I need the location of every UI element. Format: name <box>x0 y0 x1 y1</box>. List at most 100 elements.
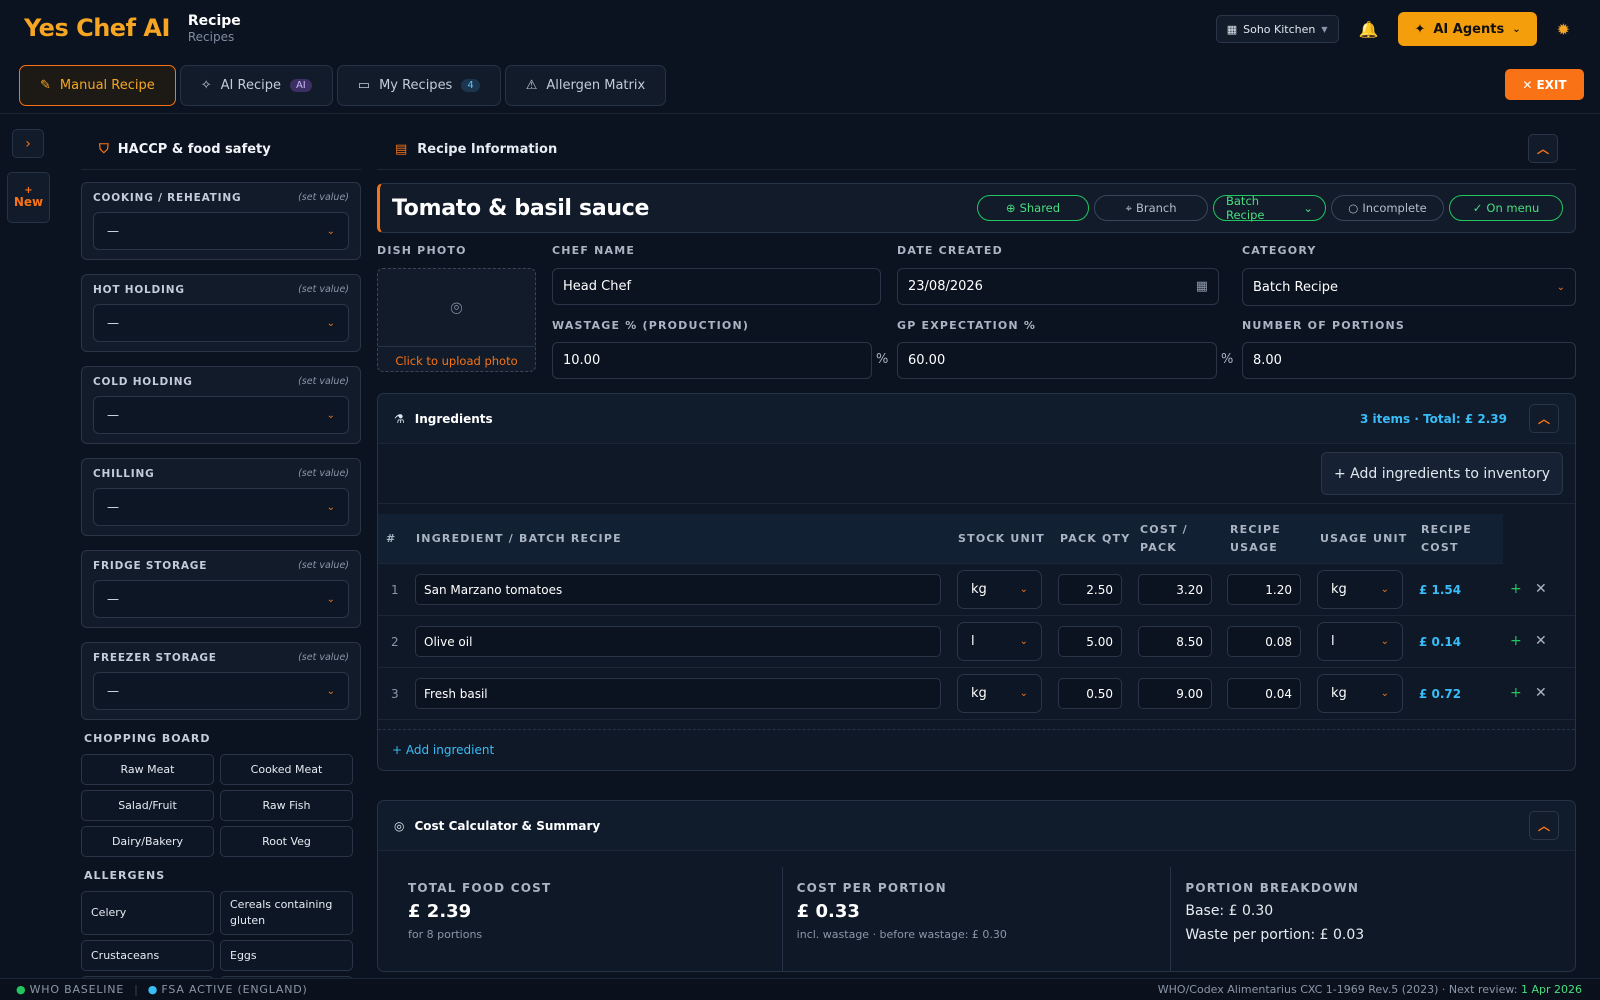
chopping-board-chip[interactable]: Cooked Meat <box>220 754 353 785</box>
pack-qty-input[interactable]: 0.50 <box>1058 678 1122 709</box>
usage-unit-select[interactable]: kg ⌄ <box>1317 674 1403 713</box>
date-input[interactable]: 23/08/2026 ▦ <box>897 268 1219 305</box>
close-icon[interactable]: ✕ <box>1535 581 1547 597</box>
add-ingredient-link[interactable]: + Add ingredient <box>378 730 1575 770</box>
ingredients-card: ⚗ Ingredients 3 items · Total: £ 2.39 ︿ … <box>377 393 1576 771</box>
chopping-board-chip[interactable]: Raw Meat <box>81 754 214 785</box>
recipe-info-title: Recipe Information <box>417 142 558 157</box>
incomplete-toggle[interactable]: ○ Incomplete <box>1331 195 1444 221</box>
recipe-usage: 0.08 <box>1265 634 1292 649</box>
allergen-chip[interactable]: Crustaceans <box>81 940 214 971</box>
allergen-chip[interactable]: Cereals containing gluten <box>220 891 353 935</box>
date-label: DATE CREATED <box>897 244 1003 257</box>
collapse-button[interactable]: ︿ <box>1529 811 1559 840</box>
chevron-down-icon: ⌄ <box>1380 636 1389 647</box>
haccp-title: HACCP & food safety <box>117 142 271 157</box>
exit-button[interactable]: ✕ EXIT <box>1505 69 1584 100</box>
plus-icon[interactable]: + <box>1510 633 1522 649</box>
pill-label: On menu <box>1486 201 1540 215</box>
stock-unit-select[interactable]: l ⌄ <box>957 622 1042 661</box>
on-menu-toggle[interactable]: ✓ On menu <box>1449 195 1563 221</box>
collapse-button[interactable]: ︿ <box>1529 404 1559 433</box>
pack-qty-input[interactable]: 2.50 <box>1058 574 1122 605</box>
col-recipe-usage-l2: USAGE <box>1230 541 1278 554</box>
haccp-item: COOKING / REHEATING (set value) — ⌄ <box>81 182 361 260</box>
bell-icon[interactable]: 🔔 <box>1359 20 1379 39</box>
theme-toggle-icon[interactable]: ✹ <box>1557 20 1570 39</box>
exit-label: EXIT <box>1536 77 1567 92</box>
recipe-info-header: ▤ Recipe Information ︿ <box>377 130 1576 170</box>
branch-toggle[interactable]: ⌖ Branch <box>1094 195 1208 221</box>
portions-input[interactable]: 8.00 <box>1242 342 1576 379</box>
pack-qty-input[interactable]: 5.00 <box>1058 626 1122 657</box>
usage-unit-select[interactable]: kg ⌄ <box>1317 570 1403 609</box>
ingredient-name-input[interactable]: Fresh basil <box>415 678 941 709</box>
category-value: Batch Recipe <box>1253 279 1338 295</box>
close-icon[interactable]: ✕ <box>1535 685 1547 701</box>
tab-my-recipes[interactable]: ▭ My Recipes 4 <box>336 65 501 106</box>
breadcrumb-parent[interactable]: Recipes <box>188 30 241 44</box>
cpp-value: £ 0.33 <box>796 901 860 922</box>
separator: | <box>134 983 138 996</box>
recipe-tabs: ✎ Manual Recipe ✧ AI Recipe AI ▭ My Reci… <box>19 65 667 106</box>
row-number: 1 <box>391 583 399 597</box>
chef-name-input[interactable]: Head Chef <box>552 268 881 305</box>
page-title: Recipe <box>187 12 241 29</box>
tab-allergen-matrix[interactable]: ⚠ Allergen Matrix <box>504 65 667 106</box>
divider <box>378 720 1575 730</box>
chopping-board-chip[interactable]: Root Veg <box>220 826 353 857</box>
stock-unit-select[interactable]: kg ⌄ <box>957 570 1042 609</box>
plus-icon[interactable]: + <box>1510 685 1522 701</box>
col-usage-unit: USAGE UNIT <box>1320 532 1408 545</box>
tab-ai-recipe[interactable]: ✧ AI Recipe AI <box>179 65 333 106</box>
sidebar-toggle-button[interactable]: › <box>12 129 44 158</box>
haccp-value-select[interactable]: — ⌄ <box>93 580 349 618</box>
brand-logo[interactable]: Yes Chef AI <box>24 14 170 42</box>
usage-unit-select[interactable]: l ⌄ <box>1317 622 1403 661</box>
chopping-board-chip[interactable]: Dairy/Bakery <box>81 826 214 857</box>
pill-label: Branch <box>1135 201 1177 215</box>
recipe-usage-input[interactable]: 0.08 <box>1227 626 1301 657</box>
chopping-board-chip[interactable]: Salad/Fruit <box>81 790 214 821</box>
wastage-input[interactable]: 10.00 <box>552 342 872 379</box>
chevron-down-icon: ⌄ <box>1380 584 1389 595</box>
ai-agents-button[interactable]: ✦ AI Agents ⌄ <box>1398 12 1537 46</box>
shared-toggle[interactable]: ⊕ Shared <box>977 195 1089 221</box>
photo-upload[interactable]: ⌾ Click to upload photo <box>377 268 536 372</box>
tab-manual-recipe[interactable]: ✎ Manual Recipe <box>19 65 176 106</box>
recipe-cost: £ 0.14 <box>1419 635 1462 649</box>
haccp-value-select[interactable]: — ⌄ <box>93 488 349 526</box>
new-recipe-button[interactable]: + New <box>7 172 50 223</box>
cost-pack-input[interactable]: 8.50 <box>1138 626 1212 657</box>
stock-unit-select[interactable]: kg ⌄ <box>957 674 1042 713</box>
haccp-value-select[interactable]: — ⌄ <box>93 672 349 710</box>
recipe-usage-input[interactable]: 1.20 <box>1227 574 1301 605</box>
stock-unit: l <box>971 634 975 649</box>
allergen-chip[interactable]: Celery <box>81 891 214 935</box>
kitchen-selector[interactable]: ▦ Soho Kitchen ▼ <box>1215 15 1339 43</box>
category-select[interactable]: Batch Recipe ⌄ <box>1242 268 1576 306</box>
haccp-value-select[interactable]: — ⌄ <box>93 212 349 250</box>
gp-input[interactable]: 60.00 <box>897 342 1217 379</box>
haccp-value-select[interactable]: — ⌄ <box>93 396 349 434</box>
add-to-inventory-button[interactable]: + Add ingredients to inventory <box>1321 452 1563 495</box>
chevron-down-icon: ⌄ <box>326 409 335 421</box>
haccp-value: — <box>107 224 119 238</box>
haccp-value-select[interactable]: — ⌄ <box>93 304 349 342</box>
cost-pack-input[interactable]: 3.20 <box>1138 574 1212 605</box>
ingredient-name-input[interactable]: Olive oil <box>415 626 941 657</box>
plus-icon[interactable]: + <box>1510 581 1522 597</box>
ingredient-name: Fresh basil <box>424 686 488 701</box>
recipe-usage-input[interactable]: 0.04 <box>1227 678 1301 709</box>
pill-label: Shared <box>1019 201 1061 215</box>
cost-pack-input[interactable]: 9.00 <box>1138 678 1212 709</box>
close-icon[interactable]: ✕ <box>1535 633 1547 649</box>
cost-pack: 9.00 <box>1176 686 1203 701</box>
allergen-chip[interactable]: Eggs <box>220 940 353 971</box>
batch-recipe-dropdown[interactable]: Batch Recipe ⌄ <box>1213 194 1326 222</box>
collapse-button[interactable]: ︿ <box>1528 134 1558 163</box>
ingredient-name-input[interactable]: San Marzano tomatoes <box>415 574 941 605</box>
chopping-board-chip[interactable]: Raw Fish <box>220 790 353 821</box>
recipe-name[interactable]: Tomato & basil sauce <box>392 196 649 221</box>
chevron-down-icon: ⌄ <box>1556 281 1565 293</box>
